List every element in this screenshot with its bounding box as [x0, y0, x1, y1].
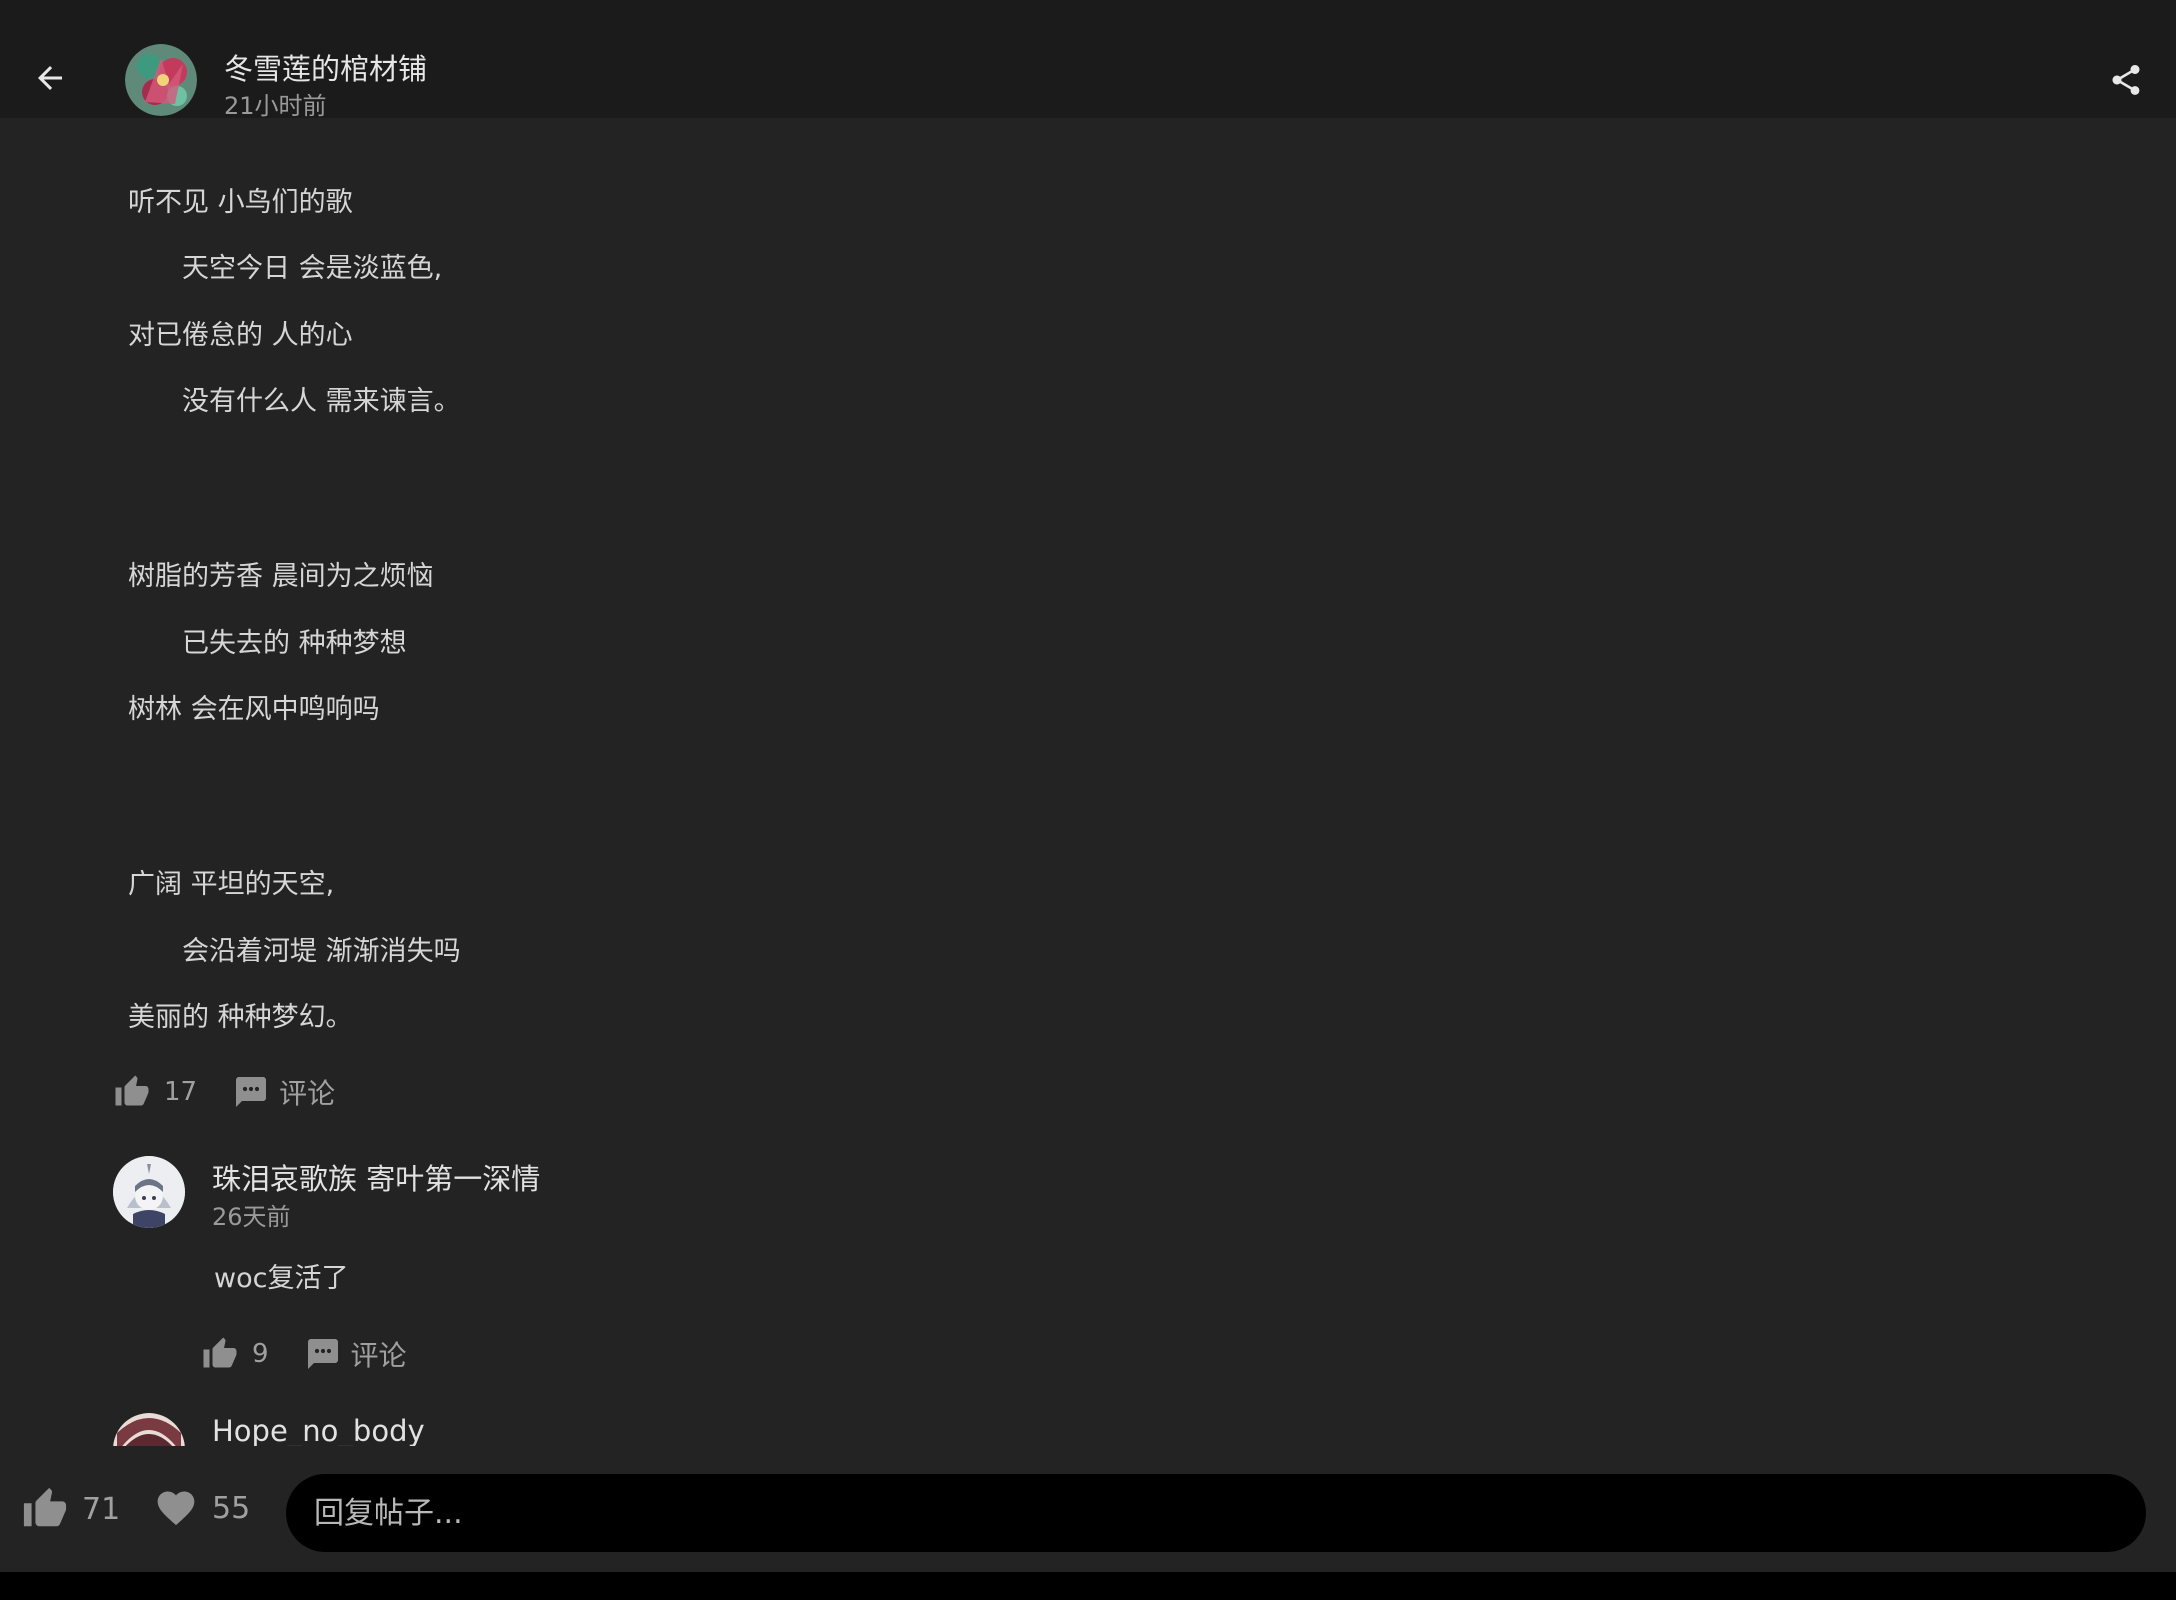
commenter-avatar[interactable]: [113, 1413, 185, 1446]
commenter-avatar[interactable]: [113, 1156, 185, 1228]
avatar-image: [113, 1413, 185, 1446]
poem-line: 对已倦怠的 人的心: [128, 320, 353, 351]
post-actions: 17 评论: [114, 1072, 335, 1112]
comment-text: woc复活了: [214, 1263, 349, 1294]
reply-input[interactable]: [286, 1474, 2146, 1552]
comment-time: 26天前: [212, 1203, 291, 1231]
comment-2-clip: Hope_no_body: [0, 1400, 2176, 1446]
comment-reply-button[interactable]: 评论: [305, 1334, 407, 1374]
commenter-name[interactable]: 珠泪哀歌族 寄叶第一深情: [212, 1156, 540, 1198]
poem-line: 美丽的 种种梦幻。: [128, 1002, 353, 1033]
post-time: 21小时前: [224, 92, 327, 120]
poem-line: 树林 会在风中鸣响吗: [128, 694, 380, 725]
post-like-count: 17: [164, 1077, 198, 1107]
favorite-button[interactable]: 55: [154, 1486, 250, 1530]
system-nav-strip: [0, 1572, 2176, 1600]
arrow-left-icon: [38, 66, 62, 90]
avatar-image: [125, 44, 197, 116]
share-button[interactable]: [2104, 58, 2148, 102]
comment-like-button[interactable]: 9: [202, 1336, 269, 1372]
poem-line: 树脂的芳香 晨间为之烦恼: [128, 561, 434, 592]
thumbs-up-icon: [23, 1487, 67, 1527]
post-comment-button[interactable]: 评论: [233, 1072, 335, 1112]
poem-line: 已失去的 种种梦想: [182, 628, 407, 659]
heart-icon: [157, 1491, 195, 1526]
comment-reply-label: 评论: [350, 1339, 407, 1372]
comment-actions: 9 评论: [202, 1334, 407, 1374]
bottom-like-count: 71: [82, 1491, 121, 1527]
comment-icon: [307, 1339, 338, 1369]
thumbs-up-icon: [203, 1337, 237, 1368]
poem-line: 没有什么人 需来谏言。: [182, 386, 461, 417]
post-comment-label: 评论: [279, 1077, 336, 1110]
bottom-like-button[interactable]: 71: [22, 1486, 120, 1532]
poem-line: 广阔 平坦的天空,: [128, 869, 335, 900]
author-name[interactable]: 冬雪莲的棺材铺: [224, 46, 427, 88]
favorite-count: 55: [212, 1490, 251, 1526]
poem-line: 会沿着河堤 渐渐消失吗: [182, 936, 461, 967]
comment-like-count: 9: [252, 1339, 269, 1369]
avatar-image: [113, 1156, 185, 1228]
commenter-name[interactable]: Hope_no_body: [212, 1414, 425, 1446]
poem-line: 天空今日 会是淡蓝色,: [182, 253, 443, 284]
comment-icon: [236, 1077, 267, 1107]
top-app-bar: 冬雪莲的棺材铺 21小时前: [0, 0, 2176, 120]
post-like-button[interactable]: 17: [114, 1074, 197, 1110]
poem-line: 听不见 小鸟们的歌: [128, 187, 353, 218]
author-avatar[interactable]: [125, 44, 197, 116]
back-button[interactable]: [28, 56, 72, 100]
thumbs-up-icon: [115, 1075, 149, 1106]
share-icon: [2112, 65, 2140, 95]
